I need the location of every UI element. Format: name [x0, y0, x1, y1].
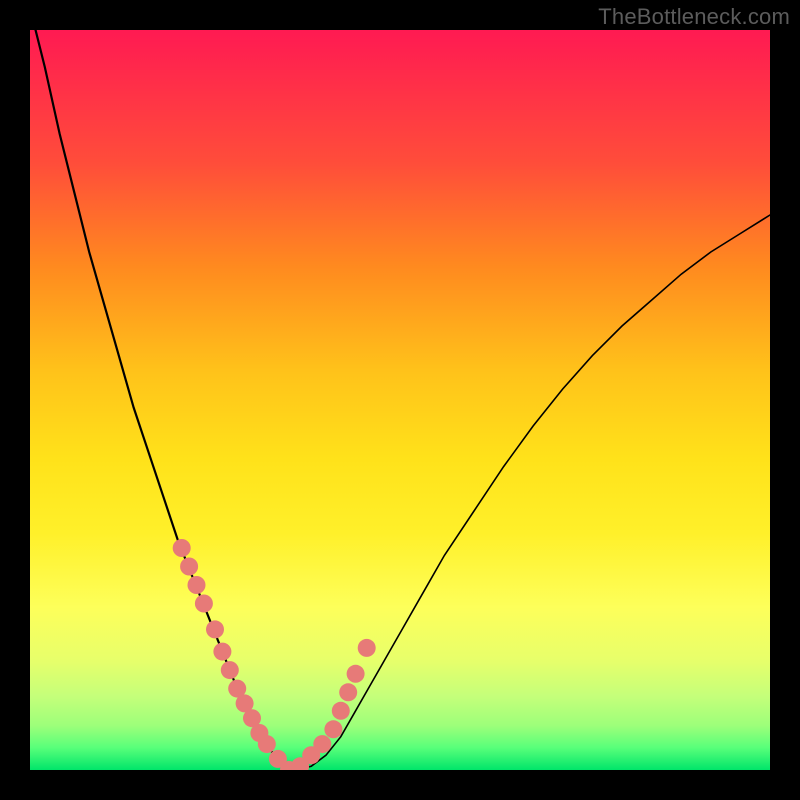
data-dot: [358, 639, 376, 657]
data-dot: [339, 683, 357, 701]
data-dot: [313, 735, 331, 753]
data-dot: [258, 735, 276, 753]
data-dot: [213, 643, 231, 661]
mask-left: [0, 0, 30, 800]
data-dot: [195, 595, 213, 613]
data-dot: [180, 558, 198, 576]
data-dot: [173, 539, 191, 557]
data-dot: [332, 702, 350, 720]
chart-wrapper: TheBottleneck.com: [0, 0, 800, 800]
data-dot: [221, 661, 239, 679]
data-dots: [173, 539, 376, 779]
chart-overlay: [30, 30, 770, 770]
bottleneck-curve: [30, 8, 770, 770]
data-dot: [347, 665, 365, 683]
data-dot: [188, 576, 206, 594]
mask-right: [770, 0, 800, 800]
watermark-text: TheBottleneck.com: [598, 4, 790, 30]
data-dot: [324, 720, 342, 738]
data-dot: [206, 620, 224, 638]
mask-bottom: [0, 770, 800, 800]
